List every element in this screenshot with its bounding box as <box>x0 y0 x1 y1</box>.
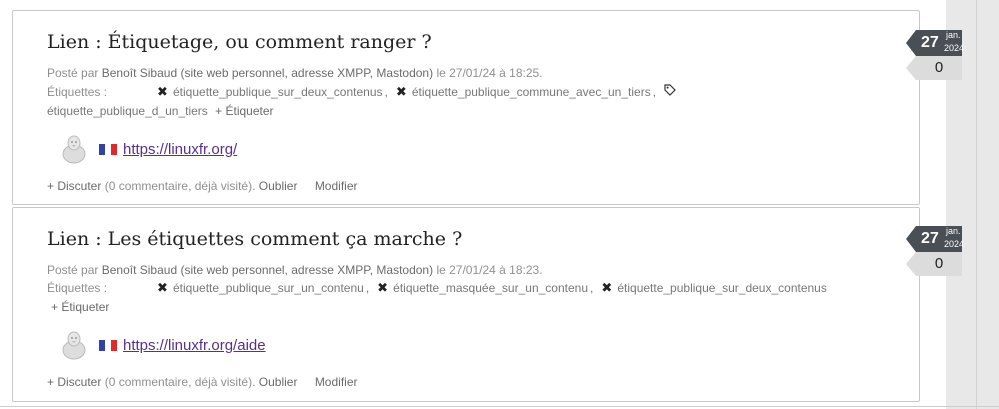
post-datetime: le 27/01/24 à 18:25. <box>436 66 543 80</box>
date-day: 27 <box>921 34 939 51</box>
comment-info: (0 commentaire, déjà visité). <box>104 179 256 193</box>
tag-separator: , <box>652 85 657 99</box>
penguin-avatar-icon <box>62 135 86 164</box>
date-year: 2024 <box>944 239 965 249</box>
tags-list: Étiquettes : ✖ étiquette_publique_sur_deux… <box>47 82 907 121</box>
post-datetime: le 27/01/24 à 18:23. <box>436 263 543 277</box>
forget-link[interactable]: Oublier <box>259 179 298 193</box>
date-top: 27 jan. 2024 <box>906 226 965 252</box>
link-row: https://linuxfr.org/aide <box>61 329 266 361</box>
entry-title[interactable]: Lien : Les étiquettes comment ça marche … <box>47 228 462 250</box>
date-badge: 27 jan. 2024 0 <box>906 226 964 280</box>
entry-meta: Posté par Benoît Sibaud (site web person… <box>47 66 543 80</box>
tag-link[interactable]: étiquette_publique_sur_un_contenu <box>173 281 364 295</box>
xmpp-link[interactable]: adresse XMPP <box>291 263 370 277</box>
author-link[interactable]: Benoît Sibaud <box>102 263 177 277</box>
tags-list: Étiquettes : ✖ étiquette_publique_sur_un_c… <box>47 278 907 317</box>
comma: , <box>284 263 288 277</box>
date-month: jan. <box>946 226 961 236</box>
author-link[interactable]: Benoît Sibaud <box>102 66 177 80</box>
comment-info: (0 commentaire, déjà visité). <box>104 375 256 389</box>
close-paren: ) <box>429 66 434 80</box>
close-icon[interactable]: ✖ <box>601 278 612 297</box>
tags-label: Étiquettes : <box>47 85 108 99</box>
tag-link[interactable]: étiquette_masquée_sur_un_contenu <box>393 281 588 295</box>
entry-url[interactable]: https://linuxfr.org/ <box>123 141 237 158</box>
tag-separator: , <box>384 85 388 99</box>
discuss-link[interactable]: + Discuter <box>47 375 101 389</box>
tag-icon[interactable] <box>664 83 676 102</box>
mastodon-link[interactable]: Mastodon <box>376 263 429 277</box>
entry-actions: + Discuter (0 commentaire, déjà visité).… <box>47 375 358 389</box>
xmpp-link[interactable]: adresse XMPP <box>291 66 370 80</box>
tag-separator: , <box>590 281 594 295</box>
edit-link[interactable]: Modifier <box>315 375 358 389</box>
link-entry: Lien : Étiquetage, ou comment ranger ? P… <box>12 10 920 205</box>
entry-actions: + Discuter (0 commentaire, déjà visité).… <box>47 179 358 193</box>
tag-link[interactable]: étiquette_publique_commune_avec_un_tiers <box>412 85 651 99</box>
french-flag-icon <box>99 143 117 155</box>
date-day: 27 <box>921 230 939 247</box>
close-icon[interactable]: ✖ <box>396 82 407 101</box>
entry-meta: Posté par Benoît Sibaud (site web person… <box>47 263 543 277</box>
close-icon[interactable]: ✖ <box>157 82 168 101</box>
comment-count[interactable]: 0 <box>906 56 962 80</box>
next-entry-border <box>0 406 999 407</box>
sidebar-edge <box>976 0 977 409</box>
tag-separator: , <box>365 281 370 295</box>
tags-label: Étiquettes : <box>47 281 108 295</box>
tag-link[interactable]: étiquette_publique_sur_deux_contenus <box>173 85 383 99</box>
tag-link[interactable]: étiquette_publique_sur_deux_contenus <box>617 281 827 295</box>
french-flag-icon <box>99 339 117 351</box>
posted-by-label: Posté par <box>47 263 99 277</box>
close-paren: ) <box>429 263 434 277</box>
close-icon[interactable]: ✖ <box>157 278 168 297</box>
date-month: jan. <box>946 30 961 40</box>
mastodon-link[interactable]: Mastodon <box>376 66 429 80</box>
comma: , <box>284 66 288 80</box>
entry-url[interactable]: https://linuxfr.org/aide <box>123 337 266 354</box>
edit-link[interactable]: Modifier <box>315 179 358 193</box>
tag-link[interactable]: étiquette_publique_d_un_tiers <box>47 104 208 118</box>
date-top: 27 jan. 2024 <box>906 30 965 56</box>
date-year: 2024 <box>944 43 965 53</box>
close-icon[interactable]: ✖ <box>377 278 388 297</box>
comma: , <box>369 263 374 277</box>
comma: , <box>369 66 374 80</box>
link-entry: Lien : Les étiquettes comment ça marche … <box>12 207 920 402</box>
entry-title[interactable]: Lien : Étiquetage, ou comment ranger ? <box>47 31 432 53</box>
add-tag-link[interactable]: + Étiqueter <box>215 104 273 118</box>
link-row: https://linuxfr.org/ <box>61 133 237 165</box>
comment-count[interactable]: 0 <box>906 252 962 276</box>
discuss-link[interactable]: + Discuter <box>47 179 101 193</box>
add-tag-link[interactable]: + Étiqueter <box>51 300 109 314</box>
website-link[interactable]: site web personnel <box>184 263 284 277</box>
posted-by-label: Posté par <box>47 66 99 80</box>
website-link[interactable]: site web personnel <box>184 66 284 80</box>
forget-link[interactable]: Oublier <box>259 375 298 389</box>
penguin-avatar-icon <box>62 331 86 360</box>
date-badge: 27 jan. 2024 0 <box>906 30 964 84</box>
